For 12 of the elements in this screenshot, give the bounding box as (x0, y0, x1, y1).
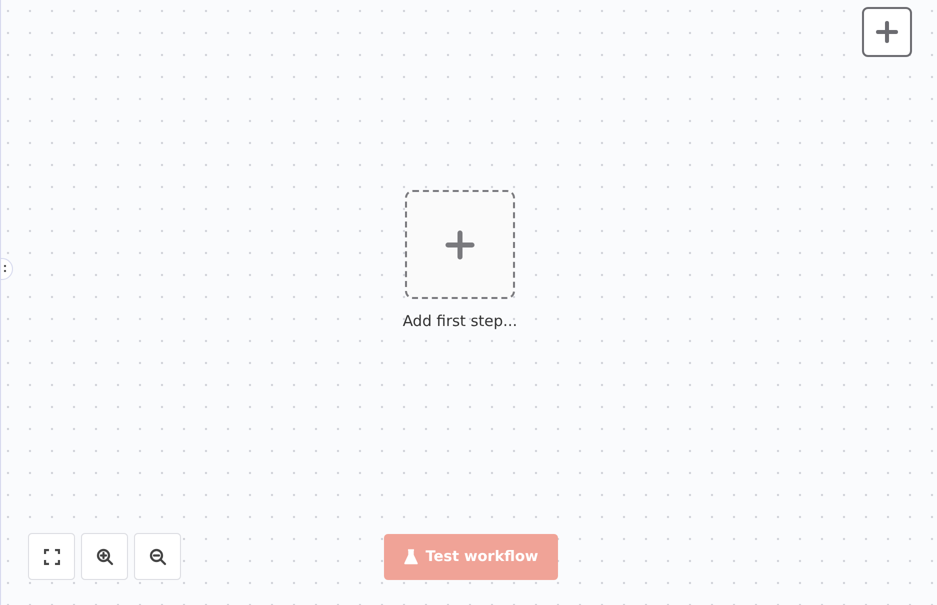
flask-icon (404, 549, 418, 565)
zoom-out-button[interactable] (134, 533, 181, 580)
plus-icon (445, 230, 475, 260)
add-node-button[interactable] (862, 7, 912, 57)
plus-icon (876, 21, 898, 43)
zoom-out-icon (148, 548, 166, 566)
first-step-label: Add first step... (402, 312, 518, 330)
fit-view-button[interactable] (28, 533, 75, 580)
zoom-in-button[interactable] (81, 533, 128, 580)
fullscreen-icon (44, 548, 60, 564)
add-first-step-button[interactable] (405, 190, 515, 299)
zoom-in-icon (96, 548, 114, 566)
